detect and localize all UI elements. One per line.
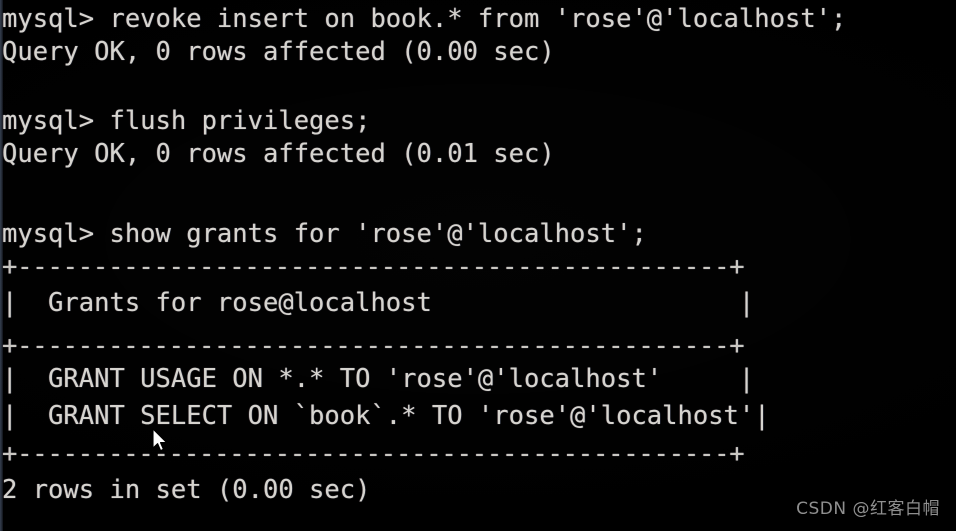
table-row: | GRANT USAGE ON *.* TO 'rose'@'localhos… xyxy=(2,364,755,394)
terminal-line-command: mysql> revoke insert on book.* from 'ros… xyxy=(2,4,847,34)
terminal-line-command: mysql> show grants for 'rose'@'localhost… xyxy=(2,219,647,249)
terminal-line-command: mysql> flush privileges; xyxy=(2,106,371,136)
table-rule-top: +---------------------------------------… xyxy=(2,252,745,282)
terminal-line-result: 2 rows in set (0.00 sec) xyxy=(2,475,371,505)
terminal-console-output[interactable]: mysql> revoke insert on book.* from 'ros… xyxy=(0,0,956,531)
table-row: | GRANT SELECT ON `book`.* TO 'rose'@'lo… xyxy=(2,401,770,431)
terminal-line-result: Query OK, 0 rows affected (0.00 sec) xyxy=(2,37,555,67)
table-rule-bottom: +---------------------------------------… xyxy=(2,439,745,469)
terminal-line-result: Query OK, 0 rows affected (0.01 sec) xyxy=(2,139,555,169)
csdn-watermark: CSDN @红客白帽 xyxy=(796,499,940,519)
table-rule-header: +---------------------------------------… xyxy=(2,331,745,361)
table-column-header-row: | Grants for rose@localhost | xyxy=(2,288,755,318)
terminal-window: mysql> revoke insert on book.* from 'ros… xyxy=(0,0,956,531)
